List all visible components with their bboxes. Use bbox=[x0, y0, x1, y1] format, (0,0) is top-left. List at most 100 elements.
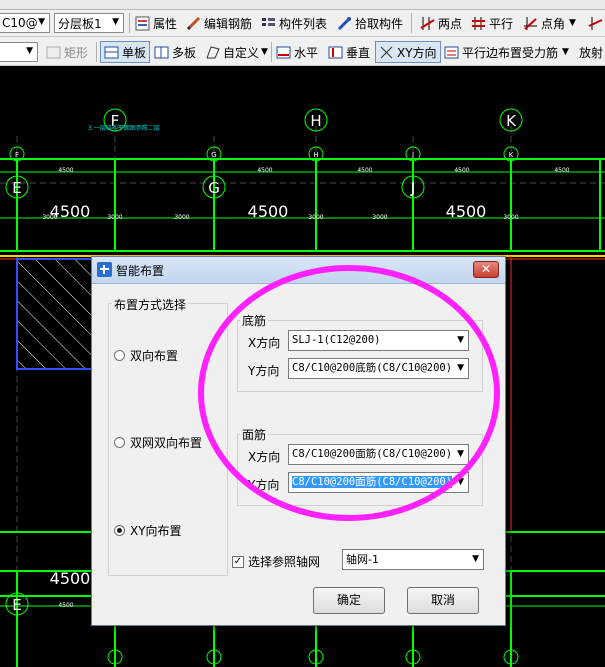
ok-button[interactable]: 确定 bbox=[313, 587, 385, 614]
parallel-edge-label: 平行边布置受力筋 bbox=[462, 45, 559, 60]
chevron-down-icon: ▼ bbox=[472, 554, 479, 564]
horizontal-button[interactable]: 水平 bbox=[276, 41, 318, 63]
axis-label-h: H bbox=[310, 112, 321, 130]
dimension-small: 4500 bbox=[58, 602, 73, 609]
radio-xy-label: XY向布置 bbox=[130, 524, 182, 538]
custom-button[interactable]: 自定义 ▼ bbox=[205, 41, 268, 63]
dimension-small: 4500 bbox=[454, 167, 469, 174]
radio-xy[interactable]: XY向布置 bbox=[114, 522, 182, 539]
layer-combo[interactable]: 分层板1 ▼ bbox=[54, 13, 124, 33]
chevron-down-icon: ▼ bbox=[457, 477, 464, 487]
axis-label-small: G bbox=[211, 151, 216, 159]
more-tools-button[interactable] bbox=[588, 12, 605, 34]
axis-label-small: K bbox=[509, 151, 514, 159]
parallel-edge-icon bbox=[444, 45, 459, 60]
top-y-value: C8/C10@200面筋(C8/C10@200) bbox=[292, 476, 453, 488]
xy-direction-button[interactable]: XY方向 bbox=[375, 41, 441, 63]
vertical-label: 垂直 bbox=[346, 45, 371, 60]
separator bbox=[271, 42, 272, 62]
menu-strip bbox=[0, 0, 605, 10]
vertical-button[interactable]: 垂直 bbox=[328, 41, 370, 63]
rect-icon bbox=[46, 45, 61, 60]
chevron-down-icon: ▼ bbox=[457, 449, 464, 459]
properties-button[interactable]: 属性 bbox=[135, 12, 177, 34]
tool-icon bbox=[588, 16, 603, 31]
single-board-icon bbox=[104, 45, 119, 60]
radio-double-net[interactable]: 双网双向布置 bbox=[114, 434, 202, 451]
component-list-label: 构件列表 bbox=[279, 16, 328, 31]
pencil-icon bbox=[186, 16, 201, 31]
top-y-label: Y方向 bbox=[248, 478, 280, 492]
pick-icon bbox=[337, 16, 352, 31]
ref-grid-checkbox[interactable]: ✓ 选择参照轴网 bbox=[232, 553, 320, 570]
axis-label-small: J bbox=[411, 151, 414, 159]
list-icon bbox=[261, 16, 276, 31]
parallel-button[interactable]: 平行 bbox=[471, 12, 513, 34]
app-icon bbox=[97, 262, 112, 277]
top-x-select[interactable]: C8/C10@200面筋(C8/C10@200) ▼ bbox=[288, 444, 469, 465]
rect-button[interactable]: 矩形 bbox=[46, 41, 88, 63]
single-board-button[interactable]: 单板 bbox=[100, 41, 151, 63]
dimension-small: 4500 bbox=[554, 167, 569, 174]
radio-circle bbox=[114, 350, 125, 361]
rebar-combo-value: C10@ bbox=[2, 16, 38, 30]
xy-direction-icon bbox=[379, 45, 394, 60]
checkmark-icon: ✓ bbox=[232, 555, 244, 568]
rect-label: 矩形 bbox=[64, 45, 89, 60]
drawing-note: 3.一层结构平面图参照二层 bbox=[88, 124, 160, 132]
axis-label-small: F bbox=[15, 151, 19, 159]
parallel-label: 平行 bbox=[489, 16, 514, 31]
multi-board-button[interactable]: 多板 bbox=[154, 41, 196, 63]
grid-select[interactable]: 轴网-1 ▼ bbox=[342, 549, 484, 570]
multi-board-icon bbox=[154, 45, 169, 60]
parallel-icon bbox=[471, 16, 486, 31]
multi-board-label: 多板 bbox=[172, 45, 197, 60]
separator bbox=[96, 42, 97, 62]
chevron-down-icon[interactable]: ▼ bbox=[569, 18, 576, 28]
point-angle-icon bbox=[523, 16, 538, 31]
dimension-small: 3000 bbox=[308, 214, 323, 221]
top-y-select[interactable]: C8/C10@200面筋(C8/C10@200) ▼ bbox=[288, 472, 469, 493]
layer-combo-value: 分层板1 bbox=[58, 16, 102, 31]
properties-label: 属性 bbox=[153, 16, 178, 31]
pick-component-button[interactable]: 拾取构件 bbox=[337, 12, 403, 34]
chevron-down-icon: ▼ bbox=[261, 47, 268, 57]
close-button[interactable]: ✕ bbox=[473, 261, 499, 278]
custom-shape-icon bbox=[205, 45, 220, 60]
rebar-combo[interactable]: C10@ ▼ bbox=[0, 13, 50, 33]
point-angle-button[interactable]: 点角 ▼ bbox=[523, 12, 576, 34]
dialog-title-bar[interactable]: 智能布置 ✕ bbox=[92, 257, 505, 284]
cancel-button[interactable]: 取消 bbox=[407, 587, 479, 614]
component-list-button[interactable]: 构件列表 bbox=[261, 12, 327, 34]
radio-circle-selected bbox=[114, 525, 125, 536]
dimension-big: 4500 bbox=[248, 202, 289, 221]
selected-slab[interactable] bbox=[16, 258, 98, 370]
close-icon: ✕ bbox=[480, 262, 492, 276]
top-x-value: C8/C10@200面筋(C8/C10@200) bbox=[292, 448, 453, 460]
bottom-x-label: X方向 bbox=[248, 336, 281, 350]
draw-combo[interactable]: ▼ bbox=[0, 42, 38, 62]
dimension-small: 4500 bbox=[257, 167, 272, 174]
grid-value: 轴网-1 bbox=[346, 553, 379, 566]
radio-bidirectional[interactable]: 双向布置 bbox=[114, 347, 178, 364]
ref-grid-label: 选择参照轴网 bbox=[248, 555, 321, 569]
parallel-edge-button[interactable]: 平行边布置受力筋 ▼ bbox=[444, 41, 569, 63]
bottom-y-value: C8/C10@200底筋(C8/C10@200) bbox=[292, 362, 453, 374]
bottom-y-select[interactable]: C8/C10@200底筋(C8/C10@200) ▼ bbox=[288, 358, 469, 379]
dimension-small: 4500 bbox=[58, 167, 73, 174]
edit-rebar-button[interactable]: 编辑钢筋 bbox=[186, 12, 252, 34]
axis-label-e: E bbox=[12, 179, 21, 197]
point-angle-label: 点角 bbox=[541, 16, 566, 31]
two-points-icon bbox=[420, 16, 435, 31]
bottom-x-select[interactable]: SLJ-1(C12@200) ▼ bbox=[288, 330, 469, 351]
radial-button[interactable]: 放射 bbox=[579, 41, 603, 63]
bottom-rebar-group-label: 底筋 bbox=[240, 312, 269, 329]
toolbar-draw: ▼ 矩形 单板 多板 自定义 ▼ 水平 垂直 XY方向 平行边布置受力筋 ▼ 放… bbox=[0, 37, 605, 66]
single-board-label: 单板 bbox=[122, 45, 147, 60]
custom-label: 自定义 bbox=[223, 45, 260, 60]
chevron-down-icon: ▼ bbox=[562, 47, 569, 57]
two-points-button[interactable]: 两点 bbox=[420, 12, 462, 34]
top-x-label: X方向 bbox=[248, 450, 281, 464]
properties-icon bbox=[135, 16, 150, 31]
dimension-small: 3000 bbox=[503, 214, 518, 221]
